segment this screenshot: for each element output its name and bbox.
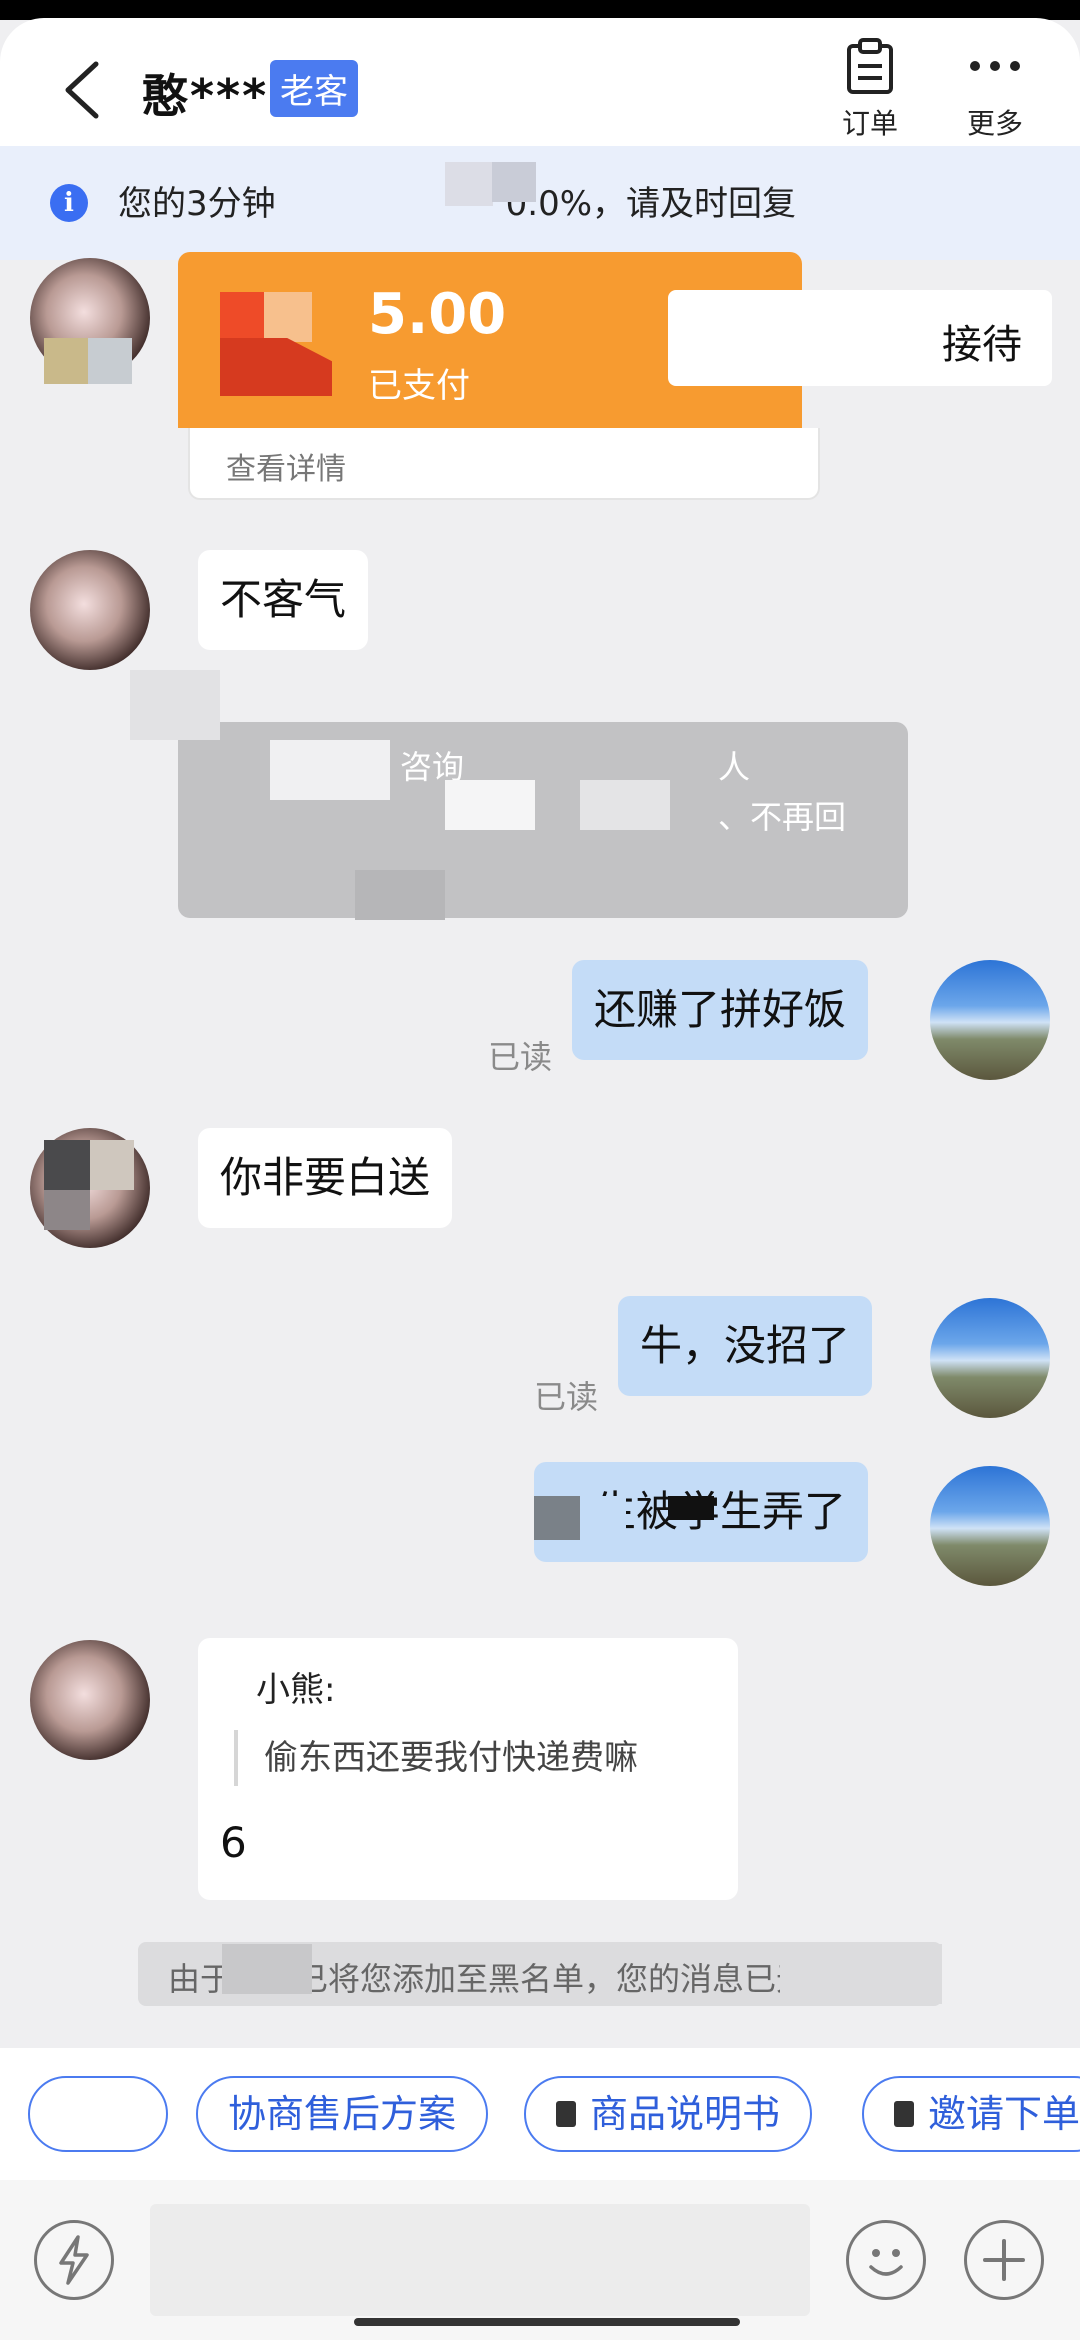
privacy-mosaic: [88, 338, 132, 384]
quick-action-bar: 协商售后方案 商品说明书 邀请下单: [0, 2048, 1080, 2180]
notice-text-prefix: 您的3分钟: [118, 184, 276, 224]
order-details-label: 查看详情: [226, 452, 346, 487]
message-input[interactable]: [150, 2204, 810, 2316]
bookmark-icon: [894, 2100, 914, 2127]
privacy-mosaic: [355, 870, 445, 920]
response-rate-notice[interactable]: i 您的3分钟 0.0%，请及时回复: [0, 146, 1080, 260]
agent-avatar[interactable]: [930, 1466, 1050, 1586]
privacy-mosaic: [300, 156, 450, 251]
quick-action-chip-manual[interactable]: 商品说明书: [524, 2076, 813, 2152]
order-status: 已支付: [368, 366, 470, 406]
order-logo-icon: [220, 292, 332, 396]
privacy-mosaic: [44, 1190, 90, 1230]
back-button[interactable]: [60, 58, 104, 122]
add-attachment-button[interactable]: [964, 2220, 1044, 2300]
privacy-mosaic: [580, 780, 670, 830]
reply-text: 6: [220, 1818, 247, 1867]
notice-text-suffix: 0.0%，请及时回复: [505, 184, 797, 224]
quoted-text: 偷东西还要我付快递费嘛: [234, 1730, 638, 1786]
privacy-mosaic: [90, 1140, 134, 1190]
quick-action-chip[interactable]: [28, 2076, 168, 2152]
quoted-message-bubble[interactable]: 小熊: 偷东西还要我付快递费嘛 6: [198, 1638, 738, 1900]
privacy-mosaic: [44, 1140, 90, 1190]
order-amount: 5.00: [368, 282, 507, 347]
read-receipt: 已读: [488, 1038, 553, 1076]
privacy-mosaic: [580, 1496, 626, 1540]
page-title: 憨***: [142, 69, 269, 123]
quick-action-chip-invite[interactable]: 邀请下单: [862, 2076, 1080, 2152]
chip-label: 邀请下单: [928, 2092, 1080, 2136]
message-bubble-incoming[interactable]: 不客气: [198, 550, 369, 650]
home-indicator[interactable]: [354, 2318, 740, 2326]
read-receipt: 已读: [534, 1378, 599, 1416]
reception-label: 接待: [942, 322, 1022, 368]
smiley-icon: [869, 2249, 903, 2276]
emoji-button[interactable]: [846, 2220, 926, 2300]
orders-button[interactable]: 订单: [820, 32, 920, 142]
book-icon: [556, 2100, 576, 2127]
privacy-mosaic: [668, 1496, 714, 1520]
quick-reply-button[interactable]: [34, 2220, 114, 2300]
clipboard-icon: [847, 38, 893, 94]
agent-avatar[interactable]: [930, 1298, 1050, 1418]
chat-header: 憨*** 老客 订单 更多: [0, 18, 1080, 146]
plus-icon: [983, 2239, 1025, 2281]
customer-avatar[interactable]: [30, 550, 150, 670]
customer-avatar[interactable]: [30, 1640, 150, 1760]
agent-avatar[interactable]: [930, 960, 1050, 1080]
quick-action-chip-negotiate[interactable]: 协商售后方案: [196, 2076, 489, 2152]
quoted-author: 小熊:: [256, 1670, 336, 1710]
status-bar: [0, 0, 1080, 20]
privacy-mosaic: [534, 1496, 580, 1540]
privacy-mosaic: [44, 338, 88, 384]
system-text-fragment: 人: [718, 748, 751, 786]
privacy-mosaic: [445, 162, 493, 206]
more-dots-icon: [970, 61, 1020, 71]
message-bubble-outgoing[interactable]: 还赚了拼好饭: [572, 960, 869, 1060]
chip-label: 商品说明书: [590, 2092, 781, 2136]
customer-badge: 老客: [270, 60, 358, 117]
message-bubble-incoming[interactable]: 你非要白送: [198, 1128, 453, 1228]
privacy-mosaic: [780, 1944, 942, 2004]
more-button[interactable]: 更多: [945, 32, 1045, 142]
reception-tag: 接待: [668, 290, 1052, 386]
privacy-mosaic: [270, 740, 390, 800]
privacy-mosaic: [492, 162, 536, 202]
order-details-link[interactable]: 查看详情: [188, 428, 820, 500]
chip-label: 协商售后方案: [228, 2092, 457, 2136]
privacy-mosaic: [222, 1944, 312, 1994]
message-bubble-outgoing[interactable]: 牛，没招了: [618, 1296, 873, 1396]
system-text-fragment: 、不再回: [718, 798, 847, 836]
privacy-mosaic: [445, 780, 535, 830]
info-icon: i: [50, 184, 88, 222]
chevron-left-icon: [65, 61, 99, 119]
orders-label: 订单: [841, 107, 898, 140]
message-input-bar: [0, 2180, 1080, 2340]
lightning-icon: [59, 2235, 89, 2285]
privacy-mosaic: [130, 670, 220, 740]
more-label: 更多: [966, 107, 1023, 140]
